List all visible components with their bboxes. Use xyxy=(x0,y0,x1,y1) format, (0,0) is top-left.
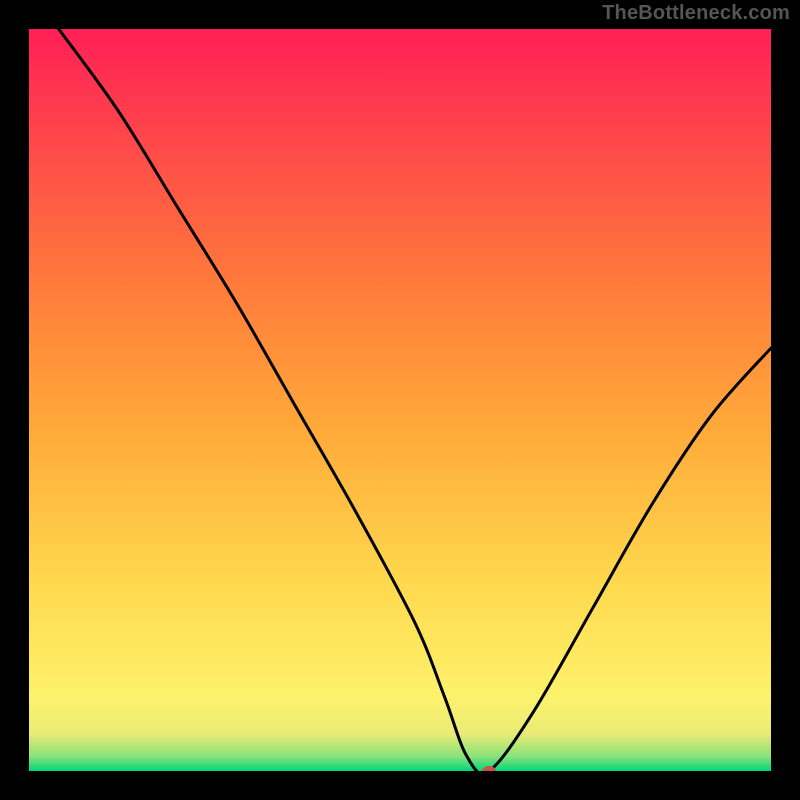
heat-gradient xyxy=(29,29,771,771)
chart-frame: TheBottleneck.com xyxy=(0,0,800,800)
watermark-text: TheBottleneck.com xyxy=(602,2,790,25)
chart-svg xyxy=(29,29,771,771)
plot-area xyxy=(29,29,771,771)
